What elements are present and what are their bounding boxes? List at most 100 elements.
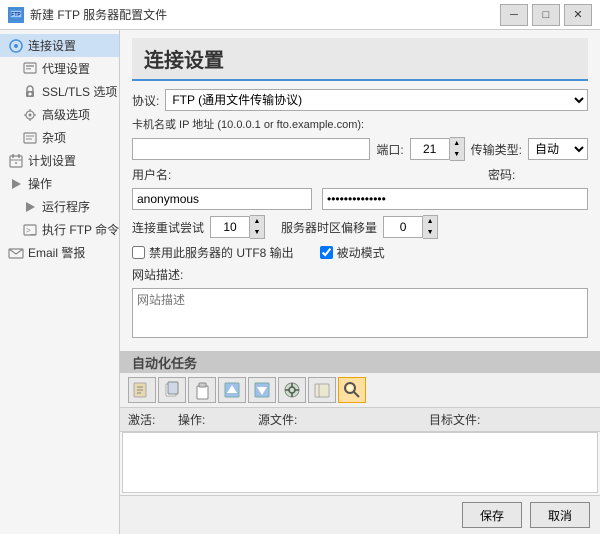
passive-mode-checkbox-label[interactable]: 被动模式 <box>320 244 385 261</box>
automation-toolbar <box>120 373 600 408</box>
connection-settings-panel: 连接设置 协议: FTP (通用文件传输协议) 卡机名或 IP 地址 (10.0… <box>120 30 600 349</box>
timezone-spin-buttons: ▲ ▼ <box>423 215 438 239</box>
exec-icon: >_ <box>22 222 38 238</box>
sidebar-item-schedule[interactable]: 计划设置 <box>0 149 119 172</box>
cancel-button[interactable]: 取消 <box>530 502 590 528</box>
window-controls: ─ □ ✕ <box>500 4 592 26</box>
content-area: 连接设置 协议: FTP (通用文件传输协议) 卡机名或 IP 地址 (10.0… <box>120 30 600 534</box>
username-input[interactable] <box>132 188 312 210</box>
operation-icon <box>8 176 24 192</box>
sidebar-item-run[interactable]: 运行程序 <box>0 195 119 218</box>
paste-task-button[interactable] <box>188 377 216 403</box>
maximize-button[interactable]: □ <box>532 4 560 26</box>
port-up-button[interactable]: ▲ <box>450 138 464 149</box>
timezone-up-button[interactable]: ▲ <box>423 216 437 227</box>
sidebar-item-operation[interactable]: 操作 <box>0 172 119 195</box>
protocol-select[interactable]: FTP (通用文件传输协议) <box>165 89 588 111</box>
sidebar-item-misc[interactable]: 杂项 <box>0 126 119 149</box>
passive-mode-label: 被动模式 <box>337 244 385 261</box>
timezone-input[interactable] <box>383 216 423 238</box>
sidebar-item-connection[interactable]: 连接设置 <box>0 34 119 57</box>
misc-icon <box>22 130 38 146</box>
copy2-task-button[interactable] <box>308 377 336 403</box>
panel-title: 连接设置 <box>132 38 588 81</box>
host-input[interactable] <box>132 138 370 160</box>
password-label: 密码: <box>488 166 588 183</box>
automation-area: 自动化任务 <box>120 349 600 495</box>
password-input[interactable] <box>322 188 588 210</box>
retries-timezone-row: 连接重试尝试 ▲ ▼ 服务器时区偏移量 ▲ ▼ <box>132 215 588 239</box>
no-utf8-checkbox[interactable] <box>132 246 145 259</box>
description-row <box>132 288 588 341</box>
svg-text:>_: >_ <box>26 226 36 235</box>
email-icon <box>8 245 24 261</box>
sidebar-item-ssl[interactable]: SSL/TLS 选项 <box>0 80 119 103</box>
advanced-icon <box>22 107 38 123</box>
copy-task-button[interactable] <box>158 377 186 403</box>
sidebar-item-proxy[interactable]: 代理设置 <box>0 57 119 80</box>
checkboxes-row: 禁用此服务器的 UTF8 输出 被动模式 <box>132 244 588 261</box>
user-pass-labels: 用户名: 密码: <box>132 166 588 183</box>
save-button[interactable]: 保存 <box>462 502 522 528</box>
title-bar: FTP 新建 FTP 服务器配置文件 ─ □ ✕ <box>0 0 600 30</box>
sidebar-item-exec[interactable]: >_ 执行 FTP 命令 <box>0 218 119 241</box>
new-task-button[interactable] <box>128 377 156 403</box>
operation-label: 操作 <box>28 175 52 192</box>
port-spinner: ▲ ▼ <box>410 137 465 161</box>
svg-text:FTP: FTP <box>11 12 21 18</box>
retries-spinner: ▲ ▼ <box>210 215 265 239</box>
no-utf8-checkbox-label[interactable]: 禁用此服务器的 UTF8 输出 <box>132 244 294 261</box>
connection-label: 连接设置 <box>28 37 76 54</box>
description-label: 网站描述: <box>132 266 183 283</box>
username-label: 用户名: <box>132 166 272 183</box>
schedule-label: 计划设置 <box>28 152 76 169</box>
passive-mode-checkbox[interactable] <box>320 246 333 259</box>
sidebar-item-advanced[interactable]: 高级选项 <box>0 103 119 126</box>
transfer-type-select[interactable]: 自动 <box>528 138 588 160</box>
retries-up-button[interactable]: ▲ <box>250 216 264 227</box>
advanced-label: 高级选项 <box>42 106 90 123</box>
user-pass-inputs <box>132 188 588 210</box>
port-down-button[interactable]: ▼ <box>450 149 464 160</box>
transfer-type-label: 传输类型: <box>471 141 522 158</box>
exec-label: 执行 FTP 命令 <box>42 221 119 238</box>
ssl-label: SSL/TLS 选项 <box>42 83 117 100</box>
move-down-button[interactable] <box>248 377 276 403</box>
task-table-header: 激活: 操作: 源文件: 目标文件: <box>120 408 600 432</box>
col-target: 目标文件: <box>425 410 596 429</box>
window-title: 新建 FTP 服务器配置文件 <box>30 6 500 23</box>
task-table-body <box>122 432 598 493</box>
proxy-label: 代理设置 <box>42 60 90 77</box>
run-label: 运行程序 <box>42 198 90 215</box>
retries-input[interactable] <box>210 216 250 238</box>
protocol-label: 协议: <box>132 92 159 109</box>
col-source: 源文件: <box>254 410 425 429</box>
app-icon: FTP <box>8 7 24 23</box>
protocol-row: 协议: FTP (通用文件传输协议) <box>132 89 588 111</box>
move-up-button[interactable] <box>218 377 246 403</box>
run-icon <box>22 199 38 215</box>
search-task-button[interactable] <box>338 377 366 403</box>
sidebar: 连接设置 代理设置 SSL/TLS 选项 <box>0 30 120 534</box>
description-textarea[interactable] <box>132 288 588 338</box>
minimize-button[interactable]: ─ <box>500 4 528 26</box>
port-spin-buttons: ▲ ▼ <box>450 137 465 161</box>
close-button[interactable]: ✕ <box>564 4 592 26</box>
host-label: 卡机名或 IP 地址 (10.0.0.1 or fto.example.com)… <box>132 116 364 132</box>
col-action: 操作: <box>174 410 254 429</box>
sidebar-item-email[interactable]: Email 警报 <box>0 241 119 264</box>
timezone-spinner: ▲ ▼ <box>383 215 438 239</box>
host-input-row: 端口: ▲ ▼ 传输类型: 自动 <box>132 137 588 161</box>
retries-label: 连接重试尝试 <box>132 219 204 236</box>
port-input[interactable] <box>410 138 450 160</box>
host-row: 卡机名或 IP 地址 (10.0.0.1 or fto.example.com)… <box>132 116 588 132</box>
timezone-label: 服务器时区偏移量 <box>281 219 377 236</box>
retries-spin-buttons: ▲ ▼ <box>250 215 265 239</box>
edit-task-button[interactable] <box>278 377 306 403</box>
proxy-icon <box>22 61 38 77</box>
main-container: 连接设置 代理设置 SSL/TLS 选项 <box>0 30 600 534</box>
port-label: 端口: <box>376 141 403 158</box>
timezone-down-button[interactable]: ▼ <box>423 227 437 238</box>
bottom-bar: 保存 取消 <box>120 495 600 534</box>
retries-down-button[interactable]: ▼ <box>250 227 264 238</box>
